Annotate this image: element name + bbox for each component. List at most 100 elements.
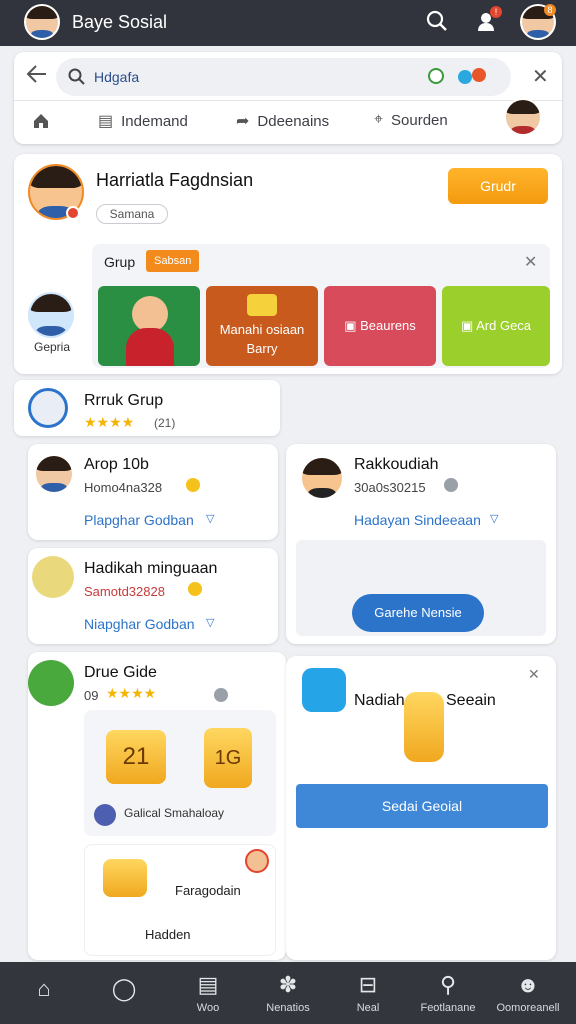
- side-avatar[interactable]: [28, 292, 74, 338]
- member-link[interactable]: Plapghar Godban: [84, 512, 194, 528]
- divider: [14, 100, 562, 101]
- reward-card[interactable]: Faragodain Hadden: [84, 844, 276, 956]
- member-link[interactable]: Hadayan Sindeeaan: [354, 512, 481, 528]
- group-tile-game[interactable]: [98, 286, 200, 366]
- chevron-down-icon[interactable]: ▽: [490, 512, 498, 525]
- member-sub: Homo4na328: [84, 480, 163, 495]
- tag-icon: ⌖: [374, 111, 384, 128]
- lens-icon[interactable]: [458, 70, 472, 84]
- reward-label: Faragodain: [175, 883, 241, 898]
- game-logo-icon: [28, 660, 74, 706]
- tile-label: Manahi osiaan Barry: [219, 322, 305, 356]
- tab-sourden[interactable]: ⌖ Sourden: [374, 111, 448, 129]
- search-icon[interactable]: [426, 10, 448, 38]
- game-card-footer: Galical Smahaloay: [124, 806, 225, 820]
- member-sub: 30a0s30215: [354, 480, 426, 495]
- group-tile-4[interactable]: ▣ Ard Geca: [442, 286, 550, 366]
- character-body-icon: [126, 328, 174, 366]
- search-icon[interactable]: ◯: [76, 976, 172, 1002]
- primary-button[interactable]: Garehe Nensie: [352, 594, 484, 632]
- status-icon: [66, 206, 80, 220]
- game-card-label: 1G: [204, 728, 252, 788]
- rating-count: (21): [154, 416, 176, 430]
- group-tile-3[interactable]: ▣ Beaurens: [324, 286, 436, 366]
- search-input[interactable]: Hdgafa: [56, 58, 511, 96]
- tab-avatar[interactable]: [504, 98, 542, 136]
- gift-box-icon: [103, 859, 147, 897]
- member-avatar: [34, 454, 74, 494]
- group-strip-tag: Sabsan: [146, 250, 200, 272]
- tab-label: Sourden: [391, 111, 448, 129]
- info-icon[interactable]: [444, 478, 458, 492]
- list-item[interactable]: Drue Gide 09 ★★★★ 21 1G Galical Smahaloa…: [28, 652, 286, 960]
- promo-label: Seeain: [446, 692, 496, 709]
- list-item[interactable]: Arop 10b Homo4na328 Plapghar Godban ▽: [28, 444, 278, 540]
- profile-name: Harriatla Fagdnsian: [96, 170, 254, 190]
- nav-label: Oomoreanell: [496, 1002, 560, 1014]
- calendar-icon: ▣: [344, 318, 361, 333]
- list-item[interactable]: Rakkoudiah 30a0s30215 Hadayan Sindeeaan …: [286, 444, 556, 644]
- member-sub: 09: [84, 688, 99, 703]
- notifications-icon[interactable]: !: [476, 6, 502, 37]
- group-logo-icon: [28, 388, 68, 428]
- search-card: Hdgafa ✕ ▤ Indemand ➦ Ddeenains ⌖ Sourde…: [14, 52, 562, 144]
- game-card-label: 21: [106, 730, 166, 784]
- gift-icon: ▣: [460, 318, 477, 333]
- group-tile-2[interactable]: Manahi osiaan Barry: [206, 286, 318, 366]
- info-icon[interactable]: [214, 688, 228, 702]
- group-strip-label: Grup: [104, 254, 136, 270]
- profile-pill[interactable]: Samana: [96, 204, 168, 224]
- close-icon[interactable]: ✕: [528, 666, 540, 683]
- chevron-down-icon[interactable]: ▽: [206, 616, 214, 629]
- tab-indemand[interactable]: ▤ Indemand: [98, 111, 188, 131]
- member-name: Hadikah minguaan: [84, 560, 218, 577]
- member-avatar: [300, 456, 344, 500]
- member-sub: Samotd32828: [84, 584, 165, 599]
- tab-ddeenains[interactable]: ➦ Ddeenains: [236, 111, 329, 131]
- app-title: Baye Sosial: [72, 12, 168, 32]
- notification-badge: !: [490, 6, 502, 18]
- document-icon: ▤: [98, 113, 114, 130]
- group-header-card[interactable]: Rrruk Grup ★★★★ (21): [14, 380, 280, 436]
- app-avatar[interactable]: [24, 4, 60, 40]
- list-item[interactable]: Hadikah minguaan Samotd32828 Niapghar Go…: [28, 548, 278, 644]
- voice-icon[interactable]: [428, 68, 444, 84]
- close-icon[interactable]: ✕: [532, 64, 549, 89]
- avatar: [245, 849, 269, 873]
- back-arrow-icon[interactable]: [26, 64, 48, 89]
- home-tab-icon[interactable]: [32, 112, 50, 135]
- character-icon: [132, 296, 168, 332]
- member-link[interactable]: Niapghar Godban: [84, 616, 195, 632]
- search-field-icon: [68, 68, 85, 85]
- emoji-icon: [188, 582, 202, 596]
- cat-avatar-icon: [32, 556, 74, 598]
- tile-label: Ard Geca: [476, 318, 532, 333]
- coin-stack-icon: [404, 692, 444, 762]
- side-label: Gepria: [34, 340, 71, 354]
- profile-icon[interactable]: ☻: [480, 972, 576, 998]
- share-icon: ➦: [236, 113, 250, 130]
- promo-title: Nadiah: [354, 692, 405, 709]
- search-value: Hdgafa: [94, 69, 140, 85]
- app-icon: [302, 668, 346, 712]
- member-name: Rakkoudiah: [354, 456, 439, 473]
- group-action-button[interactable]: Grudr: [448, 168, 548, 204]
- bottom-nav: ⌂ ◯ ▤ Woo ✽ Nenatios ⊟ Neal ⚲ Feotlanane…: [0, 962, 576, 1024]
- tab-label: Ddeenains: [257, 112, 330, 130]
- tile-label: Beaurens: [360, 318, 416, 333]
- gift-icon: [247, 294, 277, 316]
- list-item[interactable]: ✕ Nadiah Seeain Sedai Geoial: [286, 656, 556, 960]
- chevron-down-icon[interactable]: ▽: [206, 512, 214, 525]
- member-name: Arop 10b: [84, 456, 149, 473]
- rating-stars-icon: ★★★★: [84, 414, 135, 430]
- game-card[interactable]: 21 1G Galical Smahaloay: [84, 710, 276, 836]
- social-button[interactable]: Sedai Geoial: [296, 784, 548, 828]
- coin-icon: [186, 478, 200, 492]
- tab-label: Indemand: [121, 112, 188, 130]
- profile-badge: 8: [544, 4, 556, 16]
- rating-stars-icon: ★★★★: [106, 685, 157, 701]
- group-title: Rrruk Grup: [84, 392, 164, 409]
- close-icon[interactable]: ✕: [524, 252, 537, 272]
- profile-card: Harriatla Fagdnsian Samana Grudr Gepria …: [14, 154, 562, 374]
- avatar: [94, 804, 116, 826]
